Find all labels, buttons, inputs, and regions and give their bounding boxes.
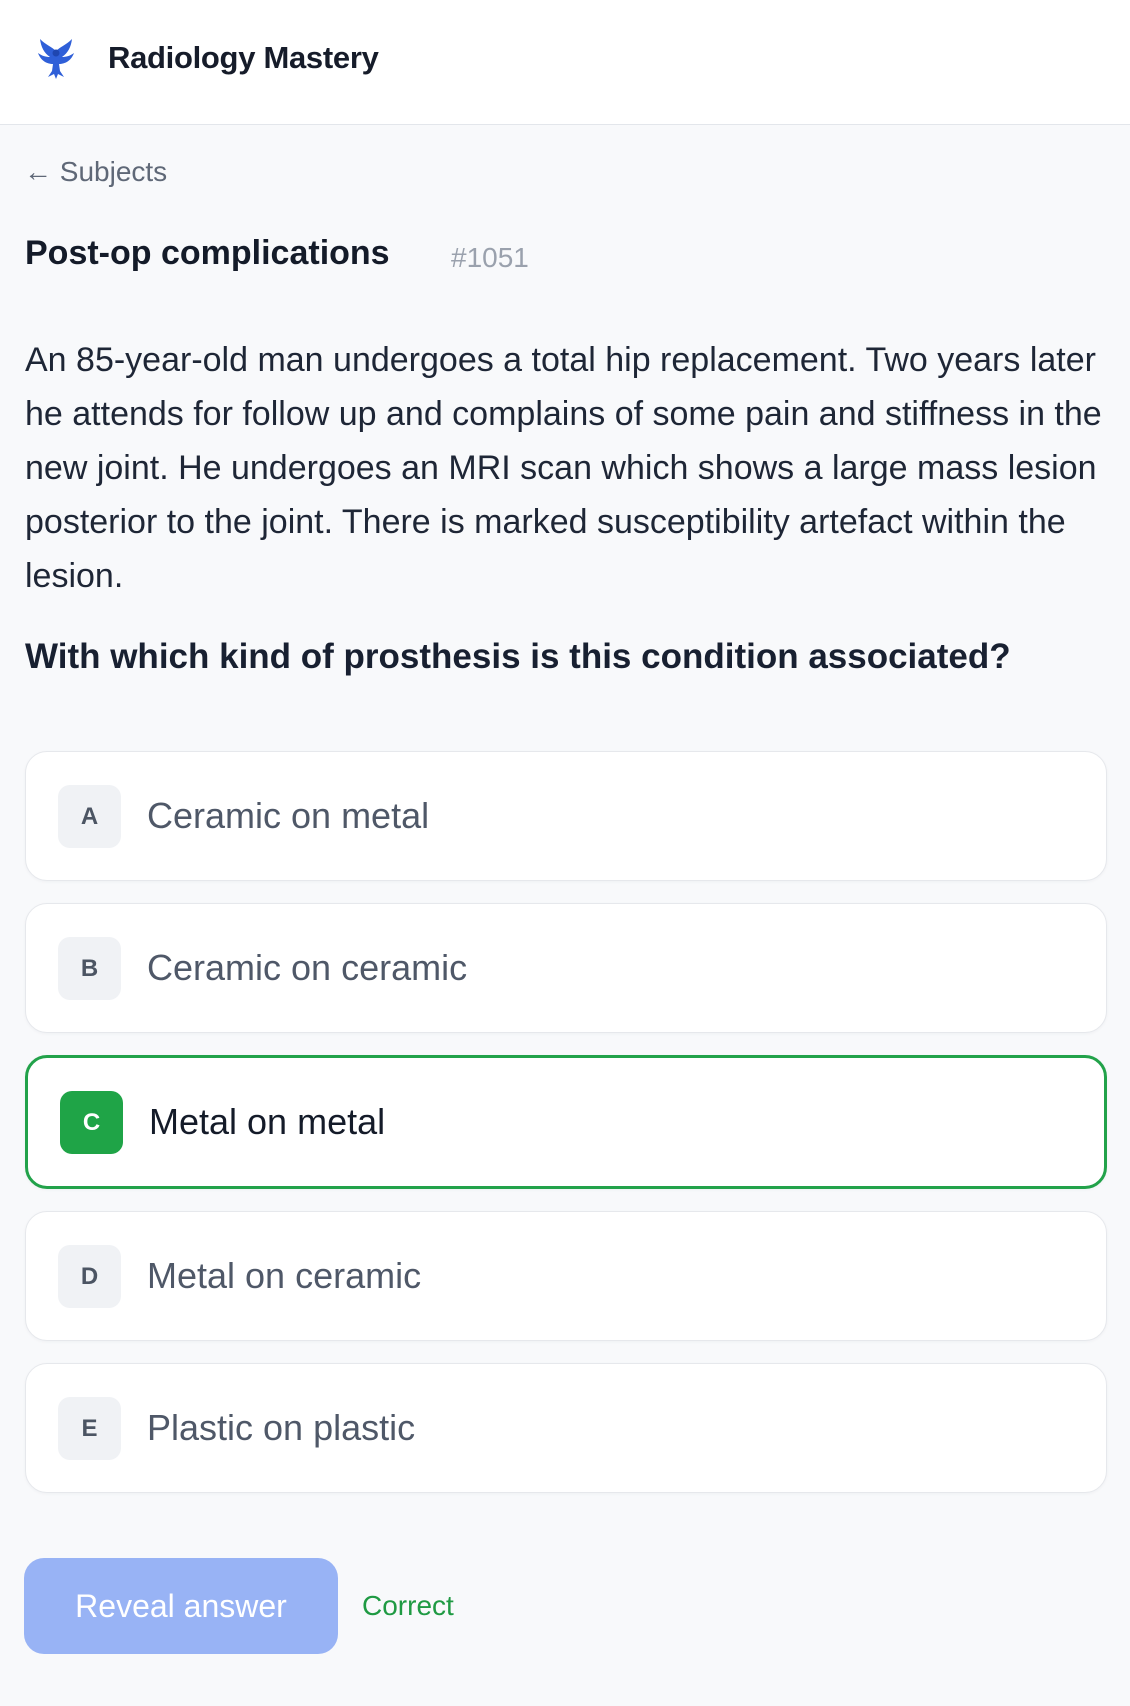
app-brand: Radiology Mastery (108, 40, 379, 75)
option-letter: A (58, 785, 121, 848)
option-text: Metal on metal (149, 1101, 386, 1142)
question-id: #1051 (451, 242, 529, 273)
option-letter: E (58, 1397, 121, 1460)
reveal-answer-button[interactable]: Reveal answer (24, 1558, 338, 1654)
option-b[interactable]: B Ceramic on ceramic (25, 903, 1107, 1033)
option-c[interactable]: C Metal on metal (25, 1055, 1107, 1189)
option-text: Plastic on plastic (147, 1407, 416, 1448)
option-letter: B (58, 937, 121, 1000)
option-letter: C (60, 1091, 123, 1154)
eagle-logo-icon[interactable] (28, 31, 84, 87)
option-letter: D (58, 1245, 121, 1308)
question-title: Post-op complications (25, 234, 390, 272)
feedback-status: Correct (362, 1590, 454, 1621)
option-a[interactable]: A Ceramic on metal (25, 751, 1107, 881)
question-prompt: With which kind of prosthesis is this co… (25, 637, 1011, 676)
question-stem: An 85-year-old man undergoes a total hip… (25, 341, 1102, 595)
app-header: Radiology Mastery (0, 0, 1130, 125)
back-to-subjects-link[interactable]: ← Subjects (24, 156, 167, 188)
option-text: Ceramic on ceramic (147, 947, 468, 988)
option-d[interactable]: D Metal on ceramic (25, 1211, 1107, 1341)
option-e[interactable]: E Plastic on plastic (25, 1363, 1107, 1493)
option-text: Ceramic on metal (147, 795, 430, 836)
option-text: Metal on ceramic (147, 1255, 422, 1296)
